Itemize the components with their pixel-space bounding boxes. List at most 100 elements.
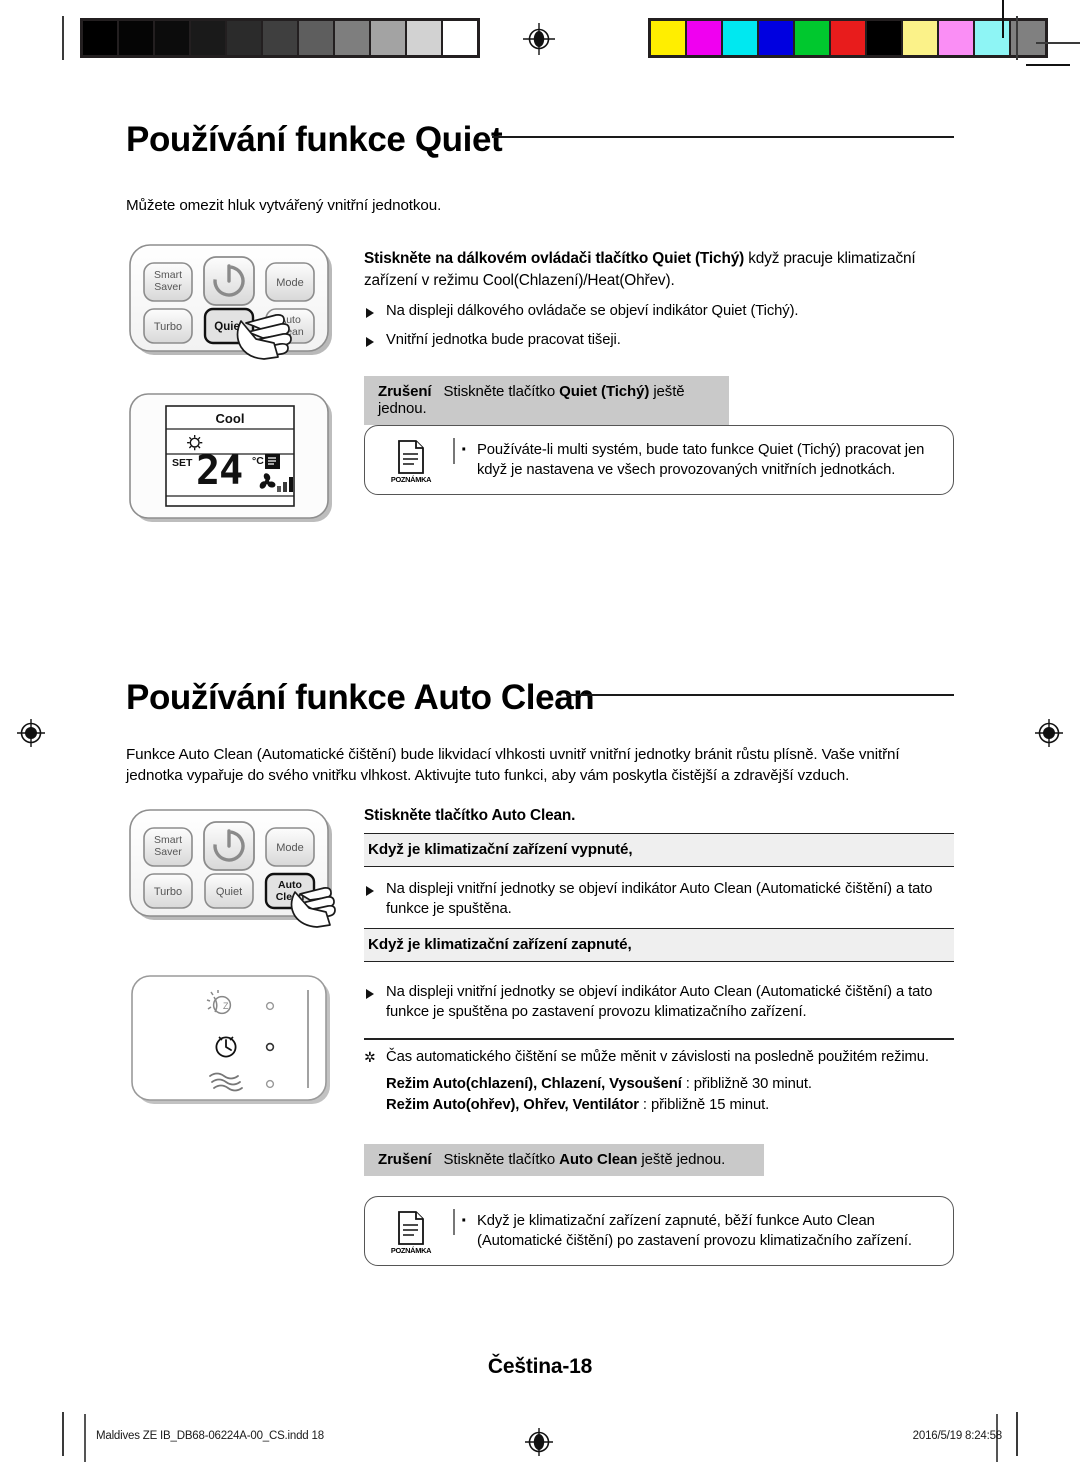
calibration-patch: [867, 21, 903, 55]
quiet-remote-illustration: Smart Saver Mode Turbo Quiet Auto Clean: [128, 243, 343, 368]
calibration-patch: [83, 21, 119, 55]
registration-mark-left: [14, 716, 48, 750]
crop-tick-right-upper: [1036, 42, 1080, 44]
quiet-cancel-bar: Zrušení Stiskněte tlačítko Quiet (Tichý) …: [364, 376, 729, 425]
calibration-patch: [263, 21, 299, 55]
autoclean-section-title: Používání funkce Auto Clean: [126, 678, 595, 717]
crop-tick-right-lower: [1026, 64, 1070, 66]
quiet-bullet-list: Na displeji dálkového ovládače se objeví…: [364, 302, 954, 351]
quiet-note-text: Používáte-li multi systém, bude tato fun…: [461, 437, 935, 480]
svg-text:Mode: Mode: [276, 842, 304, 854]
note-divider: [453, 438, 455, 464]
color-calibration-bar: [648, 18, 1048, 58]
note-document-icon: POZNÁMKA: [381, 1211, 441, 1255]
quiet-bullets: Na displeji dálkového ovládače se objeví…: [364, 302, 954, 360]
mode-line-2-bold: Režim Auto(ohřev), Ohřev, Ventilátor: [386, 1096, 639, 1113]
calibration-patch: [903, 21, 939, 55]
manual-page: Používání funkce Quiet Můžete omezit hlu…: [0, 0, 1080, 1476]
svg-text:Smart: Smart: [154, 269, 182, 281]
note-caption: POZNÁMKA: [390, 475, 432, 484]
svg-text:Z: Z: [223, 1001, 229, 1011]
calibration-patch: [723, 21, 759, 55]
autoclean-lead-part-a: Stiskněte tlačítko: [364, 807, 492, 824]
crop-tick-bottom-left: [62, 1412, 64, 1456]
asterisk-icon: ✲: [364, 1049, 376, 1065]
crop-tick-top-left: [62, 16, 64, 60]
registration-mark-top: [522, 22, 556, 56]
svg-text:24: 24: [196, 448, 242, 494]
calibration-patch: [299, 21, 335, 55]
list-item: Na displeji vnitřní jednotky se objeví i…: [364, 983, 954, 1023]
quiet-cancel-label: Zrušení: [378, 383, 432, 400]
autoclean-remote-illustration: Smart Saver Mode Turbo Quiet Auto Clean: [128, 808, 343, 933]
crop-tick-bottom-right: [1016, 1412, 1018, 1456]
svg-text:Saver: Saver: [154, 281, 182, 293]
svg-text:Turbo: Turbo: [154, 321, 182, 333]
svg-text:°C: °C: [252, 455, 264, 467]
calibration-patch: [443, 21, 477, 55]
autoclean-title-rule: [566, 694, 954, 696]
footer-timestamp: 2016/5/19 8:24:58: [912, 1430, 1003, 1442]
svg-text:Mode: Mode: [276, 277, 304, 289]
quiet-intro: Můžete omezit hluk vytvářený vnitřní jed…: [126, 196, 954, 217]
calibration-patch: [407, 21, 443, 55]
section-autoclean: Používání funkce Auto Clean: [126, 680, 954, 715]
autoclean-cancel-label: Zrušení: [378, 1151, 432, 1168]
autoclean-divider-rule: [364, 1038, 954, 1040]
autoclean-mode-line-2: Režim Auto(ohřev), Ohřev, Ventilátor : p…: [386, 1095, 954, 1116]
svg-text:SET: SET: [172, 457, 193, 469]
quiet-lcd-illustration: Cool SET 24 °C: [128, 392, 343, 533]
calibration-patch: [831, 21, 867, 55]
mode-line-2-rest: : přibližně 15 minut.: [638, 1096, 770, 1113]
calibration-patch: [651, 21, 687, 55]
autoclean-cancel-bold: Auto Clean: [559, 1151, 638, 1168]
note-caption: POZNÁMKA: [390, 1246, 432, 1255]
footer-file-info: Maldives ZE IB_DB68-06224A-00_CS.indd 18: [96, 1430, 324, 1442]
autoclean-note-box: POZNÁMKA Když je klimatizační zařízení z…: [364, 1196, 954, 1267]
svg-text:Cool: Cool: [216, 411, 245, 426]
list-item: Vnitřní jednotka bude pracovat tišeji.: [364, 331, 954, 351]
autoclean-bullets-off: Na displeji vnitřní jednotky se objeví i…: [364, 880, 954, 920]
quiet-intro-text: Můžete omezit hluk vytvářený vnitřní jed…: [126, 197, 442, 214]
autoclean-lead-block: Stiskněte tlačítko Auto Clean.: [364, 805, 954, 827]
autoclean-note-text: Když je klimatizační zařízení zapnuté, b…: [461, 1208, 935, 1251]
section-quiet: Používání funkce Quiet: [126, 122, 954, 157]
quiet-cancel-bold: Quiet (Tichý): [559, 383, 650, 400]
registration-mark-bottom: [522, 1425, 556, 1459]
svg-text:Quiet: Quiet: [216, 886, 242, 898]
registration-mark-right: [1032, 716, 1066, 750]
quiet-lead-bold: Quiet (Tichý): [652, 250, 745, 267]
crop-tick-corner-vertical: [1002, 0, 1004, 38]
quiet-section-title: Používání funkce Quiet: [126, 120, 503, 159]
page-number: Čeština-18: [487, 1355, 593, 1378]
autoclean-star-note: ✲ Čas automatického čištění se může měni…: [364, 1048, 954, 1068]
svg-text:Turbo: Turbo: [154, 886, 182, 898]
calibration-patch: [759, 21, 795, 55]
indoor-unit-display-illustration: Z: [128, 972, 343, 1117]
autoclean-cancel-text-a: Stiskněte tlačítko: [443, 1151, 560, 1168]
calibration-patch: [939, 21, 975, 55]
calibration-patch: [687, 21, 723, 55]
autoclean-cancel-bar: Zrušení Stiskněte tlačítko Auto Clean ješ…: [364, 1144, 764, 1176]
calibration-patch: [155, 21, 191, 55]
svg-text:Saver: Saver: [154, 846, 182, 858]
note-divider: [453, 1209, 455, 1235]
quiet-cancel-text-a: Stiskněte tlačítko: [443, 383, 560, 400]
autoclean-subheading-off: Když je klimatizační zařízení vypnuté,: [364, 833, 954, 867]
list-item: Na displeji vnitřní jednotky se objeví i…: [364, 880, 954, 920]
quiet-title-rule: [492, 136, 954, 138]
autoclean-bullets-on: Na displeji vnitřní jednotky se objeví i…: [364, 983, 954, 1023]
autoclean-intro-text: Funkce Auto Clean (Automatické čištění) …: [126, 746, 900, 784]
crop-tick-top-right: [1016, 16, 1018, 60]
autoclean-mode-line-1: Režim Auto(chlazení), Chlazení, Vysoušen…: [386, 1074, 954, 1095]
autoclean-cancel-text-b: ještě jednou.: [637, 1151, 726, 1168]
grayscale-calibration-bar: [80, 18, 480, 58]
autoclean-star-note-text: Čas automatického čištění se může měnit …: [386, 1049, 929, 1065]
calibration-patch: [335, 21, 371, 55]
calibration-patch: [371, 21, 407, 55]
autoclean-intro: Funkce Auto Clean (Automatické čištění) …: [126, 745, 954, 787]
autoclean-lead-bold: Auto Clean.: [491, 807, 576, 824]
page-edge-left: [84, 1414, 86, 1462]
quiet-note-box: POZNÁMKA Používáte-li multi systém, bude…: [364, 425, 954, 496]
calibration-patch: [975, 21, 1011, 55]
